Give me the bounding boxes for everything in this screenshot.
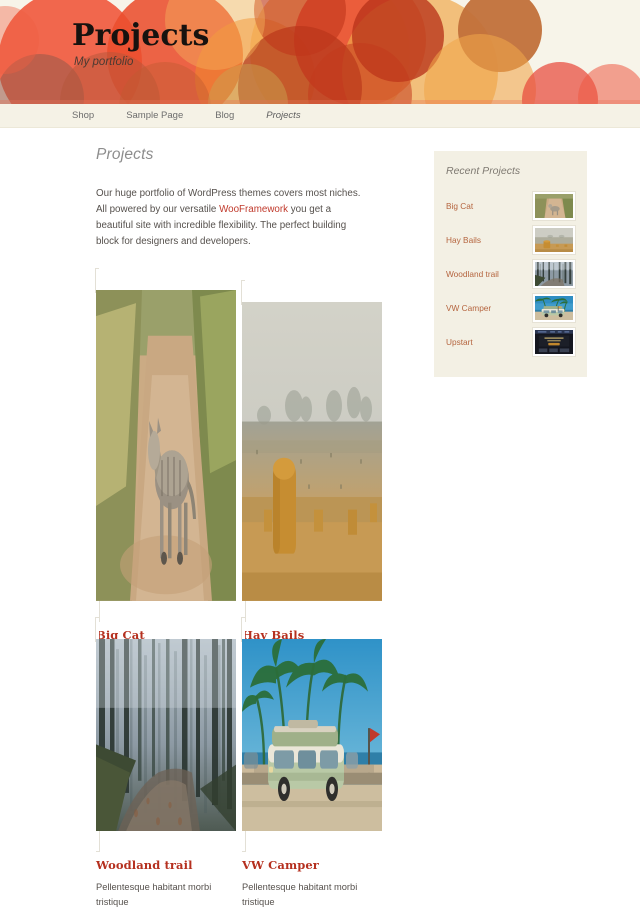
nav-link-shop[interactable]: Shop [72,104,110,128]
misty-forest-trail-image [96,638,236,832]
site-title[interactable]: Projects [72,18,209,54]
nav-item-shop: Shop [72,104,126,128]
project-title[interactable]: VW Camper [242,858,382,872]
project-excerpt: Pellentesque habitant morbi tristique [96,882,212,908]
intro-paragraph: Our huge portfolio of WordPress themes c… [96,186,368,250]
project-thumbnail-link[interactable] [242,617,382,852]
recent-thumbnail-upstart[interactable] [533,328,575,356]
banner-text-block: Projects My portfolio [72,18,209,68]
nav-item-projects: Projects [266,104,332,128]
project-card: Big Cat Pellentesque habitant morbi tris… [96,269,236,783]
primary-navigation: Shop Sample Page Blog Projects [0,104,640,128]
project-thumbnail-link[interactable] [96,617,236,852]
project-card: VW Camper Pellentesque habitant morbi tr… [242,617,382,907]
list-item[interactable]: Woodland trail [446,257,575,291]
recent-project-link[interactable]: VW Camper [446,303,491,314]
nav-item-blog: Blog [215,104,266,128]
recent-projects-list: Big Cat Hay Bails Woodland trail VW Camp… [446,189,575,359]
page-layout: Projects Our huge portfolio of WordPress… [0,146,640,907]
project-card: Woodland trail Pellentesque habitant mor… [96,617,236,907]
project-title[interactable]: Woodland trail [96,858,236,872]
wooframework-link[interactable]: WooFramework [219,204,288,215]
nav-link-projects[interactable]: Projects [266,104,316,128]
nav-link-sample-page[interactable]: Sample Page [126,104,199,128]
recent-project-link[interactable]: Woodland trail [446,269,499,280]
recent-project-link[interactable]: Upstart [446,337,473,348]
site-tagline: My portfolio [74,56,134,68]
recent-thumbnail-forest[interactable] [533,260,575,288]
recent-project-link[interactable]: Hay Bails [446,235,481,246]
sidebar-heading: Recent Projects [446,165,521,177]
nav-list: Shop Sample Page Blog Projects [0,104,640,128]
page-title: Projects [96,146,154,163]
list-item[interactable]: Hay Bails [446,223,575,257]
vw-camper-palm-trees-image [242,638,382,832]
main-content: Projects Our huge portfolio of WordPress… [96,146,416,907]
wildcat-on-dirt-road-image [96,290,236,601]
list-item[interactable]: Big Cat [446,189,575,223]
project-thumbnail-link[interactable] [242,281,382,621]
project-thumbnail-link[interactable] [96,269,236,621]
recent-thumbnail-hay-bales[interactable] [533,226,575,254]
list-item[interactable]: Upstart [446,325,575,359]
recent-thumbnail-vw-camper[interactable] [533,294,575,322]
list-item[interactable]: VW Camper [446,291,575,325]
sidebar: Recent Projects Big Cat Hay Bails Woodla… [434,151,587,377]
hay-bales-misty-field-image [242,302,382,601]
project-excerpt: Pellentesque habitant morbi tristique [242,882,358,908]
site-banner: Projects My portfolio [0,0,640,104]
nav-link-blog[interactable]: Blog [215,104,250,128]
recent-thumbnail-wildcat[interactable] [533,192,575,220]
nav-item-sample-page: Sample Page [126,104,215,128]
page-wrapper: Projects Our huge portfolio of WordPress… [0,128,640,907]
recent-project-link[interactable]: Big Cat [446,201,473,212]
project-card: Hay Bails Pellentesque habitant morbi tr… [242,281,382,783]
project-grid: Big Cat Pellentesque habitant morbi tris… [96,269,396,907]
